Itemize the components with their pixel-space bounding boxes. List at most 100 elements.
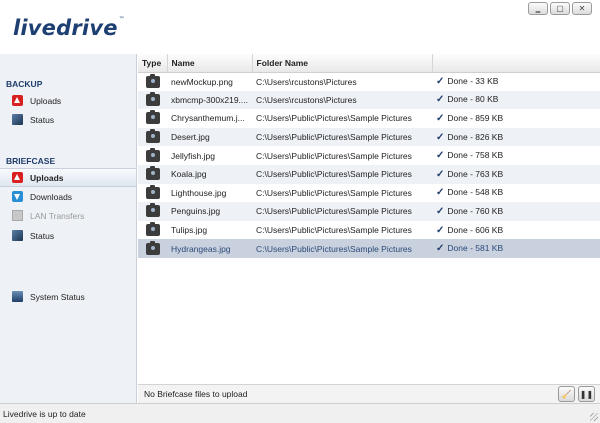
system-status-icon: [12, 291, 23, 302]
checkmark-icon: ✓: [436, 150, 445, 162]
status-text: Livedrive is up to date: [3, 408, 86, 419]
minimize-button[interactable]: ‗: [528, 2, 548, 15]
name-cell: Koala.jpg: [167, 164, 252, 184]
type-cell: [138, 146, 167, 165]
sidebar-item-backup-uploads[interactable]: Uploads: [0, 91, 136, 110]
status-cell: ✓ Done - 826 KB: [432, 127, 600, 147]
folder-cell: C:\Users\Public\Pictures\Sample Pictures: [252, 239, 432, 258]
name-cell: Chrysanthemum.j...: [171, 113, 245, 124]
upload-icon: [12, 95, 23, 106]
type-cell: [138, 184, 167, 203]
status-text: Done - 859 KB: [447, 112, 504, 123]
status-cell: ✓ Done - 763 KB: [432, 164, 600, 184]
clear-button[interactable]: 🧹: [558, 386, 575, 402]
status-text: Done - 758 KB: [447, 150, 504, 161]
status-icon: [12, 230, 23, 241]
column-header-status[interactable]: [432, 54, 600, 73]
status-text: Done - 606 KB: [447, 224, 504, 235]
folder-cell: C:\Users\Public\Pictures\Sample Pictures: [256, 187, 412, 198]
folder-cell: C:\Users\Public\Pictures\Sample Pictures: [252, 202, 432, 221]
checkmark-icon: ✓: [436, 224, 445, 236]
sidebar-item-briefcase-downloads[interactable]: Downloads: [0, 187, 136, 206]
type-cell: [138, 202, 167, 221]
table-header-row: Type Name Folder Name: [138, 54, 600, 73]
checkmark-icon: ✓: [436, 131, 445, 143]
folder-cell: C:\Users\Public\Pictures\Sample Pictures: [256, 225, 412, 236]
table-row[interactable]: Tulips.jpg C:\Users\Public\Pictures\Sampl…: [138, 221, 600, 240]
table-row[interactable]: Desert.jpg C:\Users\Public\Pictures\Sampl…: [138, 127, 600, 147]
checkmark-icon: ✓: [436, 243, 445, 255]
download-icon: [12, 191, 23, 202]
type-cell: [138, 90, 167, 110]
status-text: Done - 80 KB: [447, 94, 499, 105]
status-cell: ✓ Done - 80 KB: [432, 90, 600, 110]
checkmark-icon: ✓: [436, 187, 445, 199]
sidebar-item-label: System Status: [30, 291, 85, 302]
table-row[interactable]: Hydrangeas.jpg C:\Users\Public\Pictures\S…: [138, 239, 600, 258]
status-bar: Livedrive is up to date: [0, 403, 600, 423]
status-text: Done - 760 KB: [447, 205, 504, 216]
name-cell: Desert.jpg: [167, 127, 252, 147]
status-cell: ✓ Done - 33 KB: [432, 72, 600, 91]
folder-cell: C:\Users\rcustons\Pictures: [252, 90, 432, 110]
checkmark-icon: ✓: [436, 112, 445, 124]
status-cell: ✓ Done - 760 KB: [432, 202, 600, 221]
name-cell: Tulips.jpg: [171, 225, 208, 236]
close-button[interactable]: ✕: [572, 2, 592, 15]
name-cell: Penguins.jpg: [167, 202, 252, 221]
status-icon: [12, 114, 23, 125]
status-cell: ✓ Done - 859 KB: [432, 109, 600, 128]
sidebar-item-backup-status[interactable]: Status: [0, 110, 136, 129]
sidebar-item-system-status[interactable]: System Status: [0, 287, 136, 306]
upload-icon: [12, 172, 23, 183]
sidebar-item-label: Status: [30, 230, 55, 241]
table-row[interactable]: xbmcmp-300x219.... C:\Users\rcustons\Pict…: [138, 90, 600, 110]
image-file-icon: [146, 73, 160, 88]
table-row[interactable]: newMockup.png C:\Users\rcustons\Pictures ✓…: [138, 72, 600, 91]
table-row[interactable]: Lighthouse.jpg C:\Users\Public\Pictures\S…: [138, 184, 600, 203]
type-cell: [138, 221, 167, 240]
status-text: Done - 548 KB: [447, 187, 504, 198]
name-cell: Jellyfish.jpg: [171, 150, 215, 161]
name-cell: Lighthouse.jpg: [171, 187, 227, 198]
column-header-folder[interactable]: Folder Name: [252, 54, 433, 73]
sidebar-item-lan-transfers: LAN Transfers: [0, 206, 136, 225]
column-header-type[interactable]: Type: [138, 54, 168, 73]
image-file-icon: [146, 203, 160, 218]
table-row[interactable]: Jellyfish.jpg C:\Users\Public\Pictures\Sa…: [138, 146, 600, 165]
folder-cell: C:\Users\Public\Pictures\Sample Pictures: [256, 113, 412, 124]
status-text: Done - 826 KB: [447, 131, 504, 142]
briefcase-header: BRIEFCASE: [6, 156, 56, 166]
type-cell: [138, 72, 167, 91]
folder-cell: C:\Users\Public\Pictures\Sample Pictures: [256, 150, 412, 161]
backup-header: BACKUP: [6, 79, 43, 89]
image-file-icon: [146, 222, 160, 237]
name-cell: xbmcmp-300x219....: [167, 90, 252, 110]
type-cell: [138, 239, 167, 258]
image-file-icon: [146, 129, 160, 144]
sidebar-item-briefcase-status[interactable]: Status: [0, 226, 136, 245]
lan-icon: [12, 210, 23, 221]
maximize-button[interactable]: ▢: [550, 2, 570, 15]
table-row[interactable]: Chrysanthemum.j... C:\Users\Public\Pictur…: [138, 109, 600, 128]
name-cell: newMockup.png: [171, 76, 233, 87]
column-header-name[interactable]: Name: [167, 54, 253, 73]
sidebar-item-label: Uploads: [30, 172, 64, 183]
image-file-icon: [146, 110, 160, 125]
status-text: Done - 581 KB: [447, 243, 504, 254]
status-text: Done - 763 KB: [447, 168, 504, 179]
status-cell: ✓ Done - 606 KB: [432, 221, 600, 240]
folder-cell: C:\Users\Public\Pictures\Sample Pictures: [252, 127, 432, 147]
checkmark-icon: ✓: [436, 205, 445, 217]
status-text: Done - 33 KB: [447, 76, 499, 87]
resize-grip-icon[interactable]: [590, 413, 598, 421]
sidebar: BACKUP Uploads Status BRIEFCASE Uploads …: [0, 54, 137, 403]
type-cell: [138, 109, 167, 128]
table-row[interactable]: Koala.jpg C:\Users\Public\Pictures\Sample…: [138, 164, 600, 184]
table-row[interactable]: Penguins.jpg C:\Users\Public\Pictures\Sam…: [138, 202, 600, 221]
image-file-icon: [146, 91, 160, 106]
status-cell: ✓ Done - 758 KB: [432, 146, 600, 165]
pause-button[interactable]: ❚❚: [578, 386, 595, 402]
broom-icon: 🧹: [561, 389, 572, 399]
sidebar-item-briefcase-uploads[interactable]: Uploads: [0, 168, 136, 187]
